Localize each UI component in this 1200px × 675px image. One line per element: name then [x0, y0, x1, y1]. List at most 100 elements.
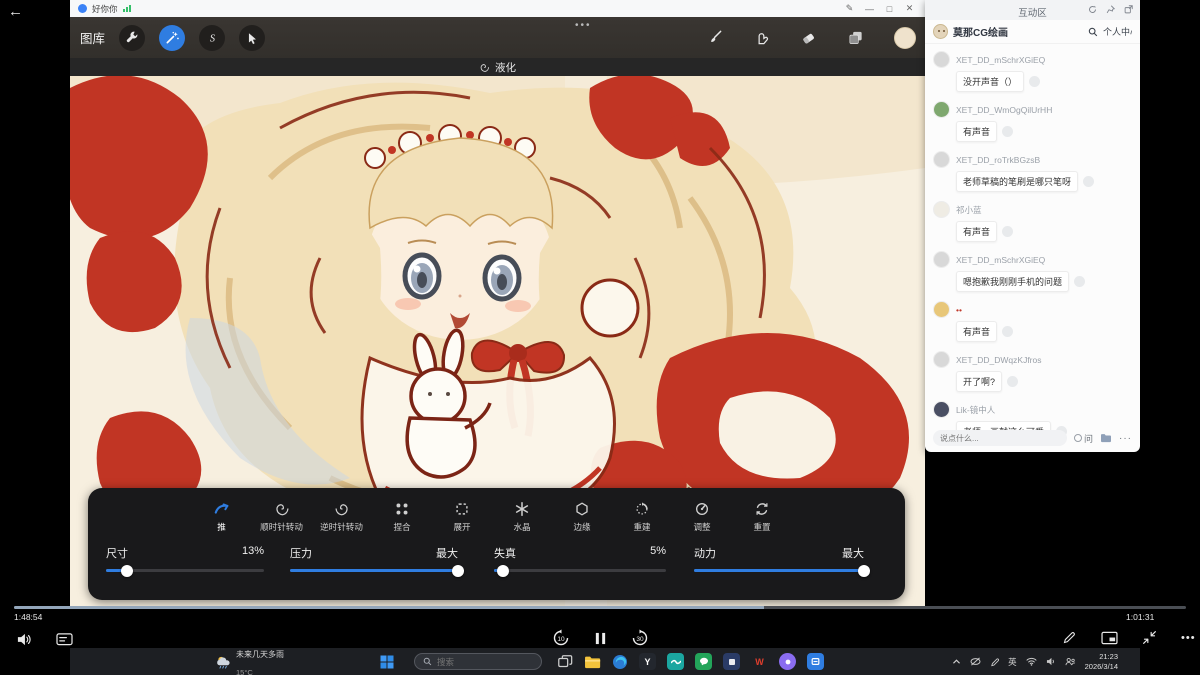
search-icon[interactable] [1088, 27, 1098, 37]
shrink-icon[interactable] [1142, 630, 1157, 645]
annotate-pencil-icon[interactable] [1062, 630, 1077, 645]
size-slider-value: 13% [242, 545, 264, 561]
weather-temp: 15°C [236, 668, 253, 675]
player-more-button[interactable]: ••• [1181, 632, 1196, 644]
profile-link[interactable]: 个人中心 [1103, 25, 1132, 38]
app-navy-icon[interactable] [723, 653, 740, 670]
reaction-icon[interactable] [1007, 376, 1018, 387]
pressure-slider[interactable]: 压力最大 [290, 545, 458, 572]
eye-off-icon[interactable] [970, 657, 981, 666]
tray-chevron-icon[interactable] [952, 658, 961, 665]
pip-icon[interactable] [1101, 631, 1118, 645]
annotate-icon[interactable]: ✎ [842, 3, 857, 14]
danmaku-icon[interactable] [56, 632, 73, 647]
liquify-tool-crystal[interactable]: 水晶 [492, 501, 552, 533]
reaction-icon[interactable] [1029, 76, 1040, 87]
taskbar-clock[interactable]: 21:23 2026/3/14 [1085, 652, 1118, 672]
liquify-tool-adjust[interactable]: 调整 [672, 501, 732, 533]
refresh-icon[interactable] [1088, 5, 1097, 14]
video-progress-bar[interactable] [14, 606, 1186, 609]
app-teal-icon[interactable] [667, 653, 684, 670]
drawing-canvas[interactable]: 液化 推 顺时针转动 逆时针转动 [70, 58, 925, 607]
eraser-icon[interactable] [800, 29, 817, 46]
reaction-icon[interactable] [1002, 126, 1013, 137]
message-bubble: 老师草稿的笔刷是哪只笔呀 [956, 171, 1078, 192]
brush-icon[interactable] [706, 29, 723, 46]
chat-input[interactable] [933, 430, 1067, 446]
username: Lik-镜中人 [956, 404, 995, 416]
weather-icon [216, 655, 231, 669]
momentum-slider-thumb[interactable] [858, 565, 870, 577]
liquify-tool-reset[interactable]: 重置 [732, 501, 792, 533]
maximize-button[interactable]: □ [882, 4, 897, 14]
speaker-tray-icon[interactable] [1046, 657, 1056, 666]
reaction-icon[interactable] [1002, 226, 1013, 237]
liquify-tool-twirl-cw[interactable]: 顺时针转动 [252, 501, 312, 533]
app-blue-icon[interactable] [807, 653, 824, 670]
liquify-tool-expand[interactable]: 展开 [432, 501, 492, 533]
username: XET_DD_WmOgQilUrHH [956, 105, 1052, 115]
taskbar-search[interactable] [414, 653, 542, 670]
system-tray: 英 21:23 2026/3/14 [952, 652, 1118, 672]
liquify-tool-pinch[interactable]: 捏合 [372, 501, 432, 533]
chat-header: 互动区 [925, 0, 1140, 20]
start-button[interactable] [380, 655, 394, 669]
folder-icon[interactable] [1100, 433, 1112, 443]
pressure-slider-thumb[interactable] [452, 565, 464, 577]
actions-button[interactable] [119, 25, 145, 51]
app-y-icon[interactable]: Y [639, 653, 656, 670]
minimize-button[interactable]: — [862, 4, 877, 14]
task-view-icon[interactable] [557, 654, 573, 670]
current-time: 1:48:54 [14, 612, 42, 622]
size-slider-thumb[interactable] [121, 565, 133, 577]
canvas-more-button[interactable]: ••• [575, 20, 592, 31]
volume-icon[interactable] [16, 632, 32, 647]
people-icon[interactable] [1065, 657, 1076, 666]
adjust-icon [694, 501, 710, 517]
app-green-chat-icon[interactable] [695, 653, 712, 670]
layers-icon[interactable] [847, 29, 864, 46]
reaction-icon[interactable] [1083, 176, 1094, 187]
ime-indicator[interactable]: 英 [1008, 656, 1017, 668]
size-slider[interactable]: 尺寸 13% [106, 545, 264, 572]
distortion-slider[interactable]: 失真5% [494, 545, 666, 572]
color-swatch[interactable] [894, 27, 916, 49]
reaction-icon[interactable] [1002, 326, 1013, 337]
skip-back-10-icon[interactable]: 10 [552, 629, 570, 647]
chat-more-button[interactable]: ··· [1119, 433, 1132, 444]
player-back-icon[interactable]: ← [8, 3, 23, 20]
message-bubble: 有声音 [956, 221, 997, 242]
liquify-tool-push[interactable]: 推 [192, 501, 252, 533]
popout-icon[interactable] [1124, 5, 1133, 14]
chat-message: •• 有声音 [933, 301, 1132, 342]
progress-played [14, 606, 764, 609]
smudge-icon[interactable] [753, 29, 770, 46]
file-explorer-icon[interactable] [584, 655, 601, 669]
wps-icon[interactable]: W [751, 653, 768, 670]
message-bubble: 嗯抱歉我刚刚手机的问题 [956, 271, 1069, 292]
wifi-icon[interactable] [1026, 657, 1037, 666]
adjustments-button[interactable] [159, 25, 185, 51]
pin-icon[interactable] [1106, 5, 1115, 14]
pen-tray-icon[interactable] [990, 657, 999, 667]
taskbar-search-input[interactable] [437, 657, 533, 667]
transform-button[interactable] [239, 25, 265, 51]
edge-browser-icon[interactable] [612, 654, 628, 670]
pause-icon[interactable] [594, 631, 607, 646]
skip-forward-30-icon[interactable]: 30 [631, 629, 649, 647]
distortion-slider-thumb[interactable] [497, 565, 509, 577]
selection-button[interactable]: S [199, 25, 225, 51]
ask-question-button[interactable]: 问 [1074, 432, 1093, 445]
liquify-tool-reconstruct[interactable]: 重建 [612, 501, 672, 533]
app-purple-icon[interactable] [779, 653, 796, 670]
size-slider-label: 尺寸 [106, 545, 128, 561]
remaining-time: 1:01:31 [1126, 612, 1154, 622]
reaction-icon[interactable] [1074, 276, 1085, 287]
liquify-tool-edge[interactable]: 边缘 [552, 501, 612, 533]
search-magnifier-icon [423, 657, 432, 666]
weather-widget[interactable]: 未来几天多雨15°C [216, 644, 328, 675]
liquify-tool-twirl-ccw[interactable]: 逆时针转动 [312, 501, 372, 533]
gallery-button[interactable]: 图库 [80, 28, 105, 47]
momentum-slider[interactable]: 动力最大 [694, 545, 864, 572]
close-button[interactable]: ✕ [902, 3, 917, 14]
